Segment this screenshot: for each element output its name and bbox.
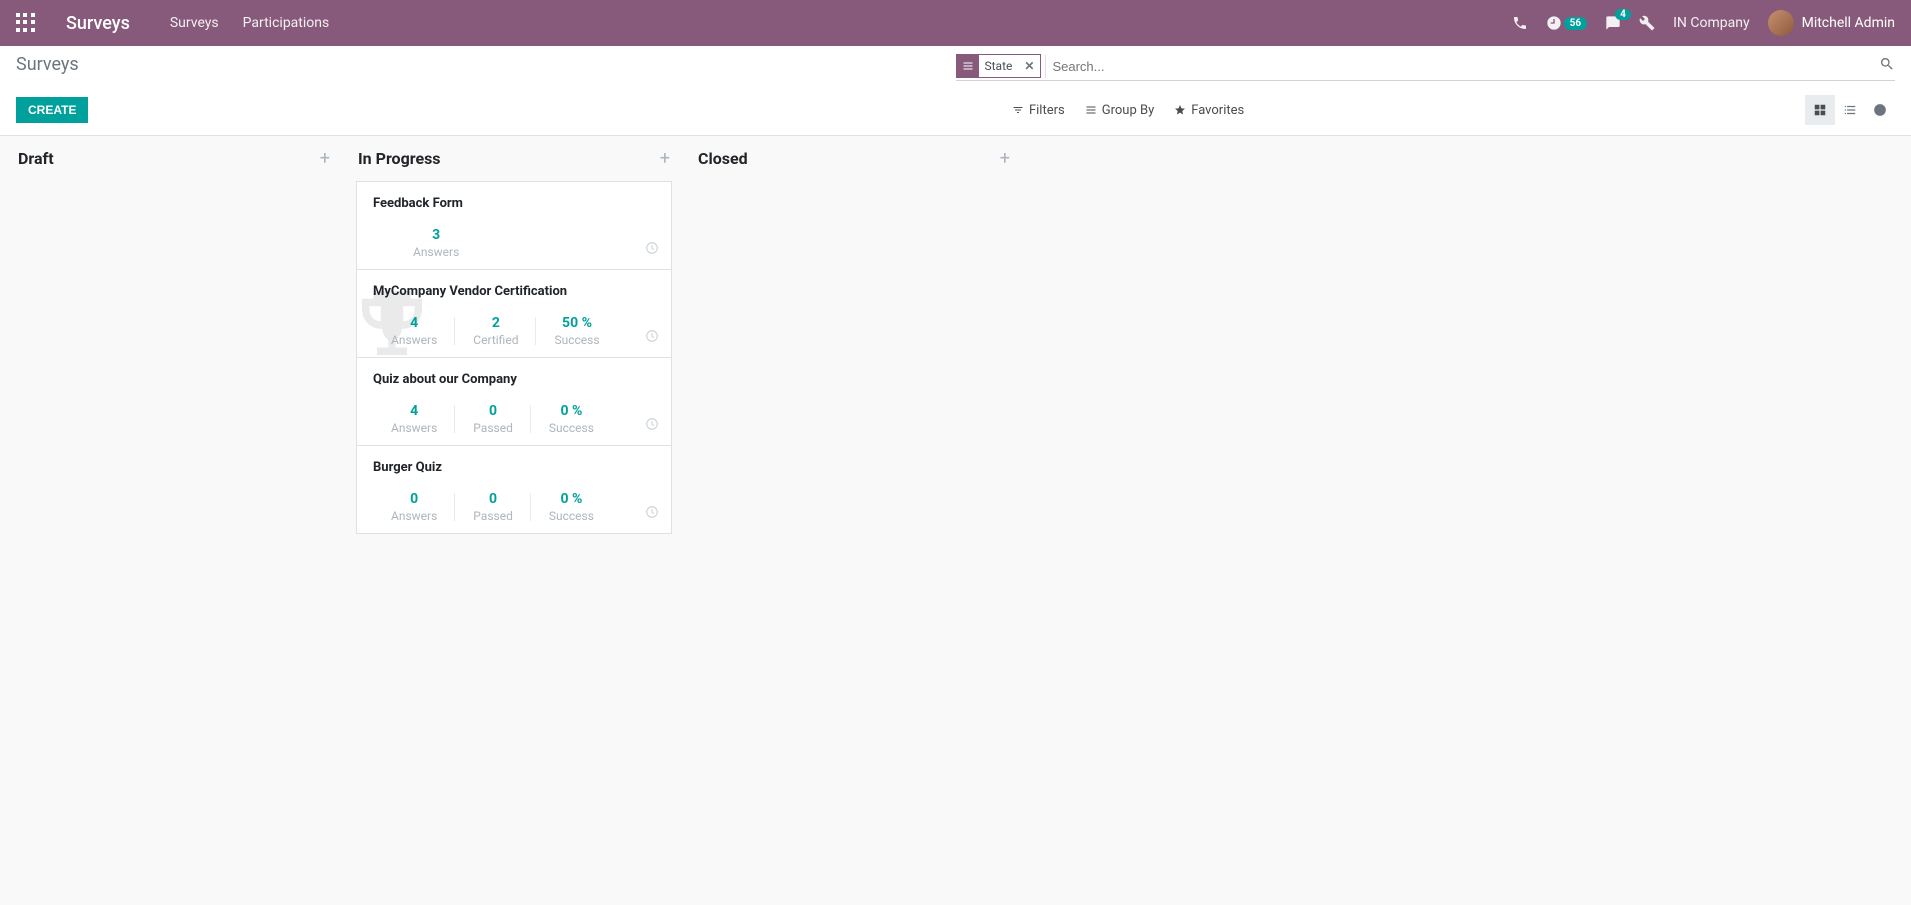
stat-label: Answers <box>391 333 437 347</box>
activity-clock-icon[interactable] <box>645 329 659 347</box>
column-quick-create-icon[interactable]: + <box>320 148 330 169</box>
stat-label: Passed <box>473 421 513 435</box>
survey-card[interactable]: Feedback Form 3 Answers <box>356 181 672 270</box>
kanban-column-draft: Draft + <box>4 148 344 879</box>
phone-icon[interactable] <box>1512 15 1528 31</box>
stat-label: Success <box>549 421 594 435</box>
stat-value: 0 <box>473 491 513 507</box>
company-selector[interactable]: IN Company <box>1673 15 1749 31</box>
avatar-icon <box>1768 10 1794 36</box>
activity-clock-icon[interactable] <box>645 505 659 523</box>
filters-label: Filters <box>1029 103 1065 118</box>
stat-label: Answers <box>413 245 459 259</box>
messages-icon[interactable]: 4 <box>1605 15 1621 31</box>
kanban-column-in-progress: In Progress + Feedback Form 3 Answers <box>344 148 684 879</box>
stat-value: 4 <box>391 315 437 331</box>
kanban-board: Draft + In Progress + Feedback Form 3 An… <box>0 136 1911 891</box>
kanban-column-closed: Closed + <box>684 148 1024 879</box>
activities-icon[interactable]: 56 <box>1546 15 1587 31</box>
messages-badge: 4 <box>1615 9 1631 20</box>
stat-label: Answers <box>391 421 437 435</box>
app-brand[interactable]: Surveys <box>66 13 130 34</box>
survey-card[interactable]: MyCompany Vendor Certification 4 Answers… <box>356 269 672 358</box>
search-icon[interactable] <box>1879 56 1895 76</box>
stat-label: Success <box>554 333 599 347</box>
activities-badge: 56 <box>1564 17 1587 30</box>
card-title: Feedback Form <box>373 196 655 211</box>
stat-value: 0 % <box>549 491 594 507</box>
stat-label: Passed <box>473 509 513 523</box>
column-quick-create-icon[interactable]: + <box>1000 148 1010 169</box>
survey-card[interactable]: Burger Quiz 0 Answers 0 Passed 0 % Succe… <box>356 445 672 534</box>
survey-card[interactable]: Quiz about our Company 4 Answers 0 Passe… <box>356 357 672 446</box>
search-input[interactable] <box>1045 55 1879 78</box>
nav-participations[interactable]: Participations <box>243 15 330 31</box>
card-title: Burger Quiz <box>373 460 655 475</box>
top-navbar: Surveys Surveys Participations 56 4 IN C… <box>0 0 1911 46</box>
column-title[interactable]: In Progress <box>358 149 441 168</box>
stat-value: 50 % <box>554 315 599 331</box>
stat-label: Answers <box>391 509 437 523</box>
user-name: Mitchell Admin <box>1802 15 1895 31</box>
apps-menu-icon[interactable] <box>16 13 36 33</box>
groupby-label: Group By <box>1102 103 1155 118</box>
favorites-label: Favorites <box>1191 103 1244 118</box>
favorites-button[interactable]: Favorites <box>1174 103 1244 118</box>
filters-button[interactable]: Filters <box>1012 103 1065 118</box>
stat-label: Certified <box>473 333 518 347</box>
facet-label: State <box>979 59 1019 73</box>
stat-value: 4 <box>391 403 437 419</box>
user-menu[interactable]: Mitchell Admin <box>1768 10 1895 36</box>
create-button[interactable]: CREATE <box>16 97 88 123</box>
column-title[interactable]: Draft <box>18 149 54 168</box>
activity-clock-icon[interactable] <box>645 241 659 259</box>
list-view-button[interactable] <box>1835 95 1865 125</box>
control-panel: Surveys State ✕ CREATE <box>0 46 1911 136</box>
breadcrumb: Surveys <box>16 54 956 75</box>
column-title[interactable]: Closed <box>698 149 748 168</box>
view-switcher <box>1805 95 1895 125</box>
activity-clock-icon[interactable] <box>645 417 659 435</box>
facet-remove-icon[interactable]: ✕ <box>1018 59 1040 73</box>
search-facet-state: State ✕ <box>956 54 1042 78</box>
card-title: Quiz about our Company <box>373 372 655 387</box>
stat-value: 0 % <box>549 403 594 419</box>
stat-value: 2 <box>473 315 518 331</box>
groupby-button[interactable]: Group By <box>1085 103 1155 118</box>
search-box[interactable]: State ✕ <box>956 54 1896 81</box>
stat-value: 0 <box>473 403 513 419</box>
stat-label: Success <box>549 509 594 523</box>
activity-view-button[interactable] <box>1865 95 1895 125</box>
nav-surveys[interactable]: Surveys <box>170 15 219 31</box>
stat-value: 3 <box>413 227 459 243</box>
groupby-facet-icon <box>957 55 979 77</box>
stat-value: 0 <box>391 491 437 507</box>
kanban-view-button[interactable] <box>1805 95 1835 125</box>
column-quick-create-icon[interactable]: + <box>660 148 670 169</box>
debug-icon[interactable] <box>1639 15 1655 31</box>
